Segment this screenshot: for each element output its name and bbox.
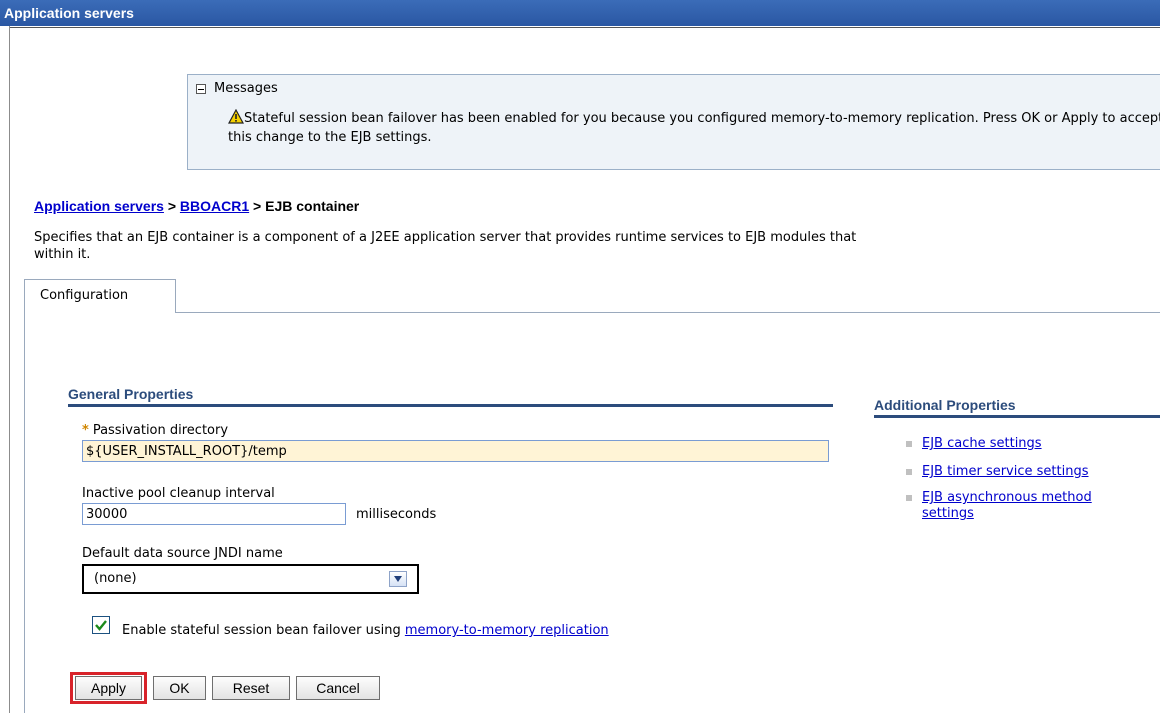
failover-label-text: Enable stateful session bean failover us… <box>122 623 405 638</box>
messages-title: Messages <box>214 81 278 96</box>
messages-header[interactable]: Messages <box>196 81 278 96</box>
jndi-select[interactable]: (none) <box>82 564 419 594</box>
required-icon: * <box>82 423 89 438</box>
breadcrumb-separator: > <box>253 198 262 214</box>
memory-replication-link[interactable]: memory-to-memory replication <box>405 623 609 638</box>
breadcrumb-current: EJB container <box>265 198 360 214</box>
additional-item: EJB timer service settings <box>906 464 1089 479</box>
failover-checkbox[interactable] <box>92 616 110 634</box>
message-text-block: Stateful session bean failover has been … <box>227 108 1160 147</box>
ejb-async-line2: settings <box>922 506 974 521</box>
tab-divider <box>176 312 1160 313</box>
breadcrumb-separator: > <box>167 198 177 214</box>
cancel-button[interactable]: Cancel <box>296 676 380 700</box>
bullet-icon <box>906 469 912 475</box>
tab-configuration[interactable]: Configuration <box>24 279 176 313</box>
breadcrumb: Application servers > BBOACR1 > EJB cont… <box>34 198 359 214</box>
failover-label: Enable stateful session bean failover us… <box>122 623 609 638</box>
cleanup-unit: milliseconds <box>356 507 437 522</box>
ejb-async-method-link[interactable]: EJB asynchronous method settings <box>922 490 1092 522</box>
reset-button[interactable]: Reset <box>212 676 290 700</box>
cleanup-interval-input[interactable] <box>82 503 346 525</box>
chevron-down-icon[interactable] <box>389 571 407 587</box>
additional-properties-title: Additional Properties <box>874 397 1016 413</box>
breadcrumb-application-servers[interactable]: Application servers <box>34 198 164 214</box>
apply-button[interactable]: Apply <box>75 676 142 700</box>
passivation-label: * Passivation directory <box>82 423 228 438</box>
bullet-icon <box>906 441 912 447</box>
ejb-cache-settings-link[interactable]: EJB cache settings <box>922 436 1042 451</box>
passivation-label-text: Passivation directory <box>92 423 229 438</box>
additional-item: EJB cache settings <box>906 436 1042 451</box>
bullet-icon <box>906 495 912 501</box>
jndi-label: Default data source JNDI name <box>82 546 283 561</box>
collapse-icon[interactable] <box>196 83 206 94</box>
cleanup-interval-label: Inactive pool cleanup interval <box>82 486 275 501</box>
general-properties-rule <box>68 404 833 407</box>
additional-properties-rule <box>874 415 1160 418</box>
window-title: Application servers <box>0 0 1160 26</box>
message-text: Stateful session bean failover has been … <box>228 111 1160 145</box>
messages-panel: Messages Stateful session bean failover … <box>187 74 1160 170</box>
page-description: Specifies that an EJB container is a com… <box>34 230 857 262</box>
general-properties-title: General Properties <box>68 386 194 402</box>
tab-panel-border <box>24 313 25 713</box>
additional-item: EJB asynchronous method settings <box>906 490 1092 522</box>
top-divider <box>9 27 1160 28</box>
ejb-async-line1: EJB asynchronous method <box>922 490 1092 505</box>
breadcrumb-server[interactable]: BBOACR1 <box>180 198 249 214</box>
ejb-timer-service-link[interactable]: EJB timer service settings <box>922 464 1089 479</box>
checkmark-icon <box>95 620 107 631</box>
jndi-selected-value: (none) <box>94 571 137 586</box>
warning-icon <box>227 108 245 124</box>
tab-bar: Configuration <box>24 279 1160 313</box>
ok-button[interactable]: OK <box>153 676 206 700</box>
left-border <box>9 26 10 713</box>
passivation-directory-input[interactable] <box>82 440 829 462</box>
